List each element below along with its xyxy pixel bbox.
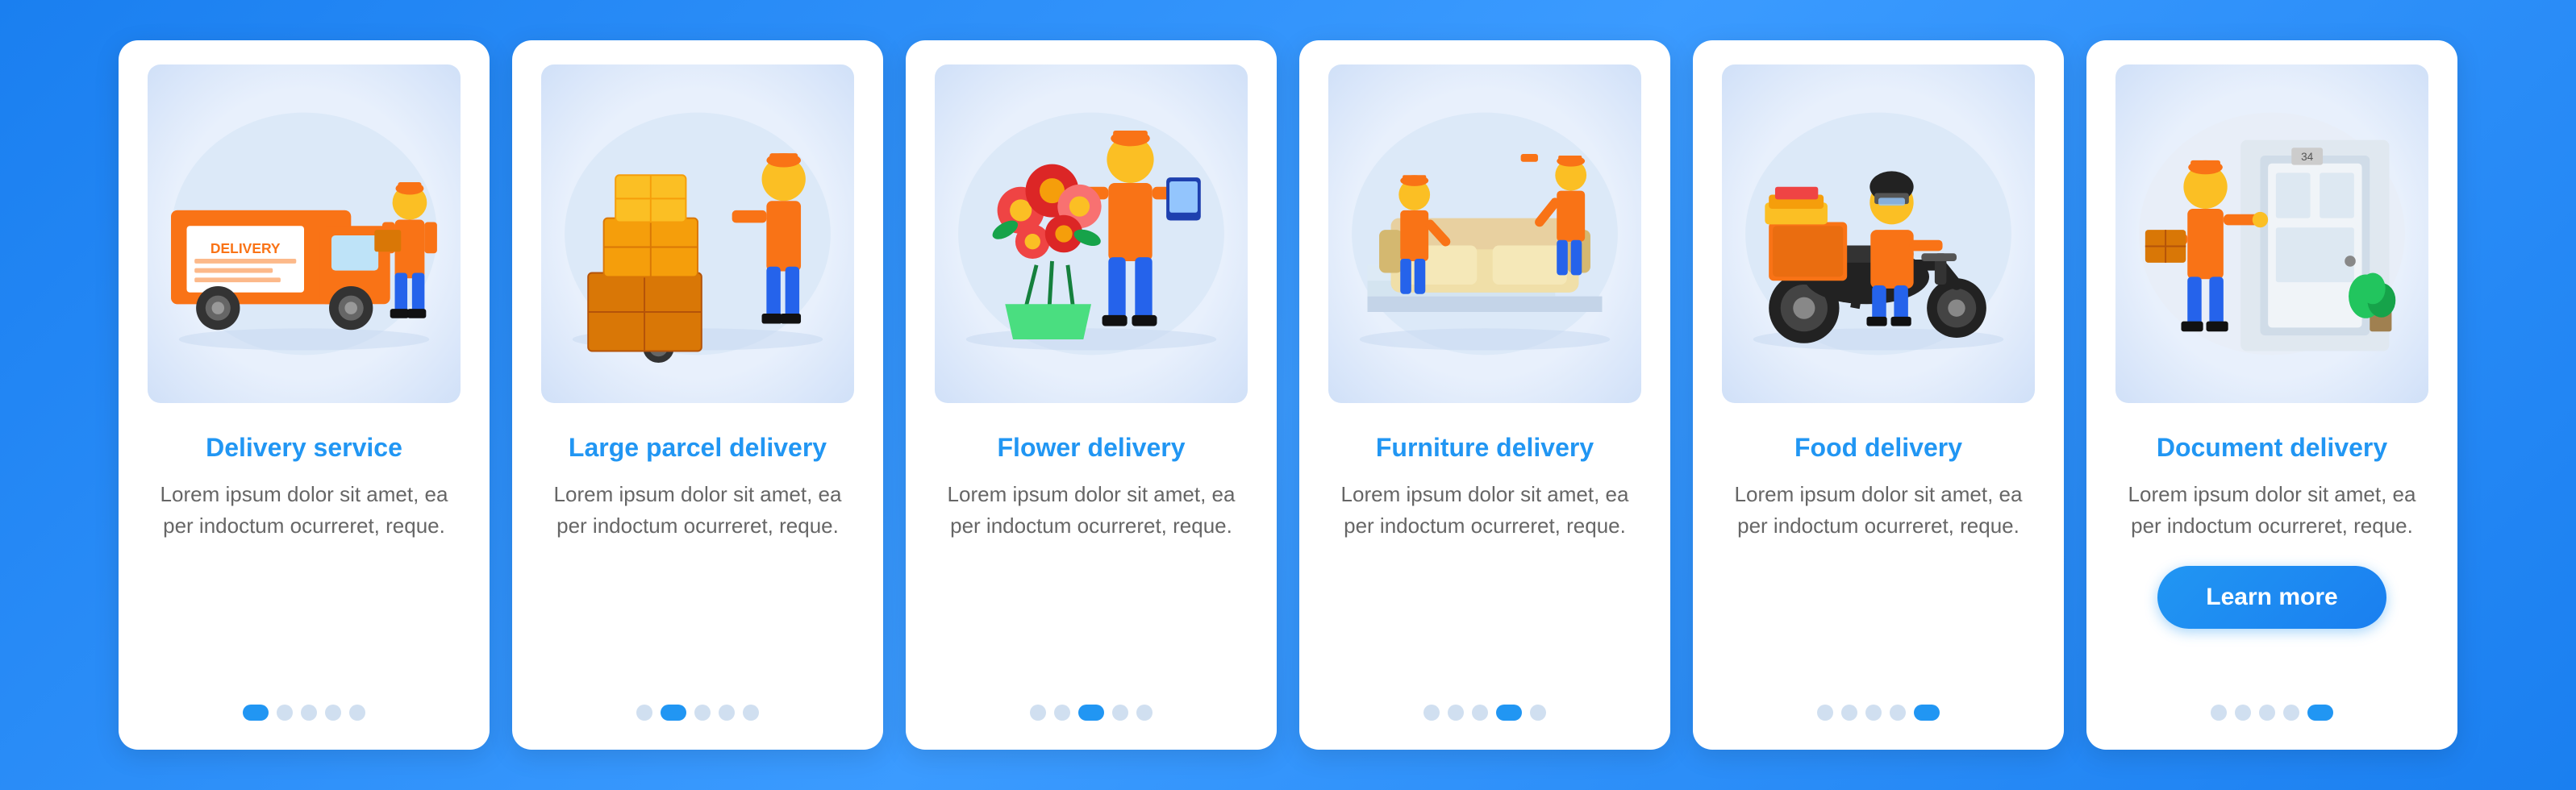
pagination-dots <box>1817 688 1940 721</box>
card-food-delivery: Food delivery Lorem ipsum dolor sit amet… <box>1693 40 2064 750</box>
svg-text:DELIVERY: DELIVERY <box>210 240 281 256</box>
dot-3 <box>1865 705 1882 721</box>
dot-1 <box>636 705 652 721</box>
dot-1 <box>243 705 269 721</box>
card-text: Lorem ipsum dolor sit amet, ea per indoc… <box>935 479 1248 542</box>
dot-2 <box>2235 705 2251 721</box>
dot-4 <box>2283 705 2299 721</box>
learn-more-button[interactable]: Learn more <box>2157 566 2386 629</box>
illustration-delivery-service: DELIVERY <box>148 64 461 403</box>
illustration-document-delivery: 34 <box>2115 64 2428 403</box>
card-large-parcel: Large parcel delivery Lorem ipsum dolor … <box>512 40 883 750</box>
illustration-large-parcel <box>541 64 854 403</box>
pagination-dots <box>1423 688 1546 721</box>
dot-4 <box>1112 705 1128 721</box>
dot-4 <box>1890 705 1906 721</box>
dot-5 <box>1914 705 1940 721</box>
dot-4 <box>325 705 341 721</box>
dot-2 <box>1841 705 1857 721</box>
card-title: Document delivery <box>2157 432 2387 463</box>
dot-1 <box>1030 705 1046 721</box>
dot-5 <box>743 705 759 721</box>
dot-2 <box>1054 705 1070 721</box>
dot-2 <box>661 705 686 721</box>
dot-1 <box>2211 705 2227 721</box>
card-text: Lorem ipsum dolor sit amet, ea per indoc… <box>1328 479 1641 542</box>
dot-3 <box>2259 705 2275 721</box>
pagination-dots <box>243 688 365 721</box>
dot-3 <box>1472 705 1488 721</box>
pagination-dots <box>1030 688 1153 721</box>
illustration-food-delivery <box>1722 64 2035 403</box>
dot-5 <box>1530 705 1546 721</box>
dot-2 <box>1448 705 1464 721</box>
dot-5 <box>1136 705 1153 721</box>
card-title: Delivery service <box>206 432 402 463</box>
card-flower-delivery: Flower delivery Lorem ipsum dolor sit am… <box>906 40 1277 750</box>
card-title: Large parcel delivery <box>569 432 827 463</box>
dot-3 <box>1078 705 1104 721</box>
dot-3 <box>694 705 711 721</box>
dot-5 <box>2307 705 2333 721</box>
cards-container: DELIVERY <box>70 8 2506 782</box>
card-delivery-service: DELIVERY <box>119 40 490 750</box>
card-title: Flower delivery <box>998 432 1186 463</box>
card-text: Lorem ipsum dolor sit amet, ea per indoc… <box>1722 479 2035 542</box>
card-document-delivery: 34 <box>2086 40 2457 750</box>
card-text: Lorem ipsum dolor sit amet, ea per indoc… <box>2115 479 2428 542</box>
dot-3 <box>301 705 317 721</box>
card-title: Furniture delivery <box>1376 432 1594 463</box>
illustration-furniture-delivery <box>1328 64 1641 403</box>
dot-1 <box>1423 705 1440 721</box>
card-text: Lorem ipsum dolor sit amet, ea per indoc… <box>148 479 461 542</box>
pagination-dots <box>2211 688 2333 721</box>
dot-1 <box>1817 705 1833 721</box>
dot-2 <box>277 705 293 721</box>
card-furniture-delivery: Furniture delivery Lorem ipsum dolor sit… <box>1299 40 1670 750</box>
svg-text:34: 34 <box>2301 151 2314 163</box>
dot-4 <box>1496 705 1522 721</box>
pagination-dots <box>636 688 759 721</box>
dot-5 <box>349 705 365 721</box>
card-title: Food delivery <box>1794 432 1962 463</box>
illustration-flower-delivery <box>935 64 1248 403</box>
card-text: Lorem ipsum dolor sit amet, ea per indoc… <box>541 479 854 542</box>
dot-4 <box>719 705 735 721</box>
